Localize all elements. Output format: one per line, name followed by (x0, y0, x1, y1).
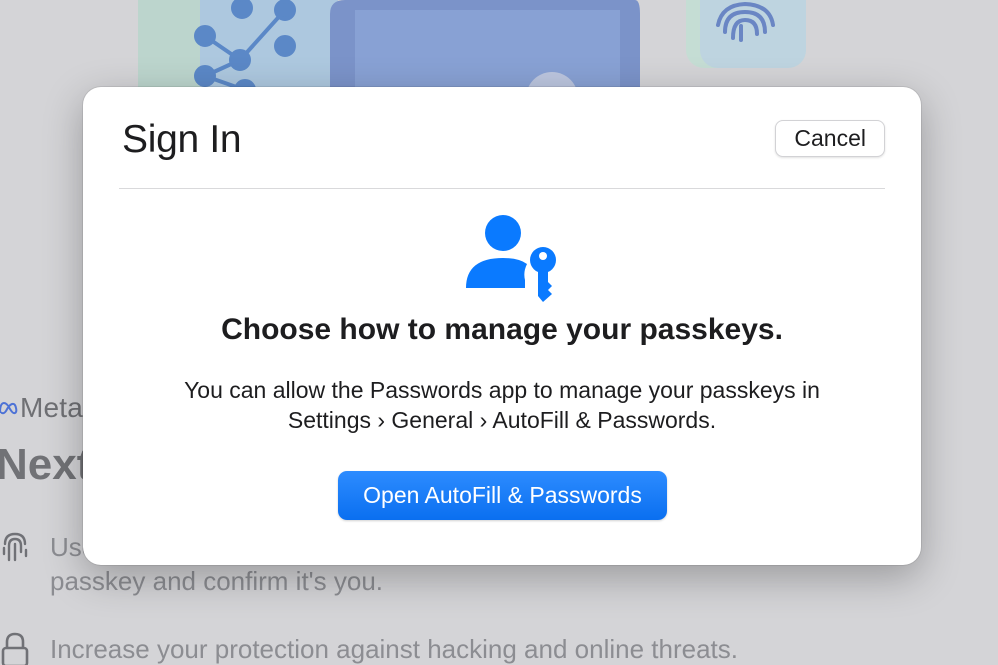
open-autofill-passwords-button[interactable]: Open AutoFill & Passwords (338, 471, 667, 520)
background-row-text: Increase your protection against hacking… (50, 634, 738, 664)
background-brand: Meta (0, 392, 83, 424)
dialog-title: Sign In (122, 118, 242, 161)
fingerprint-icon (2, 532, 28, 562)
sign-in-dialog: Sign In Cancel Choose how to manage your… (83, 87, 921, 565)
dialog-heading: Choose how to manage your passkeys. (221, 313, 783, 346)
dialog-header: Sign In Cancel (119, 87, 885, 189)
background-brand-text: Meta (20, 392, 84, 423)
background-row: Increase your protection against hacking… (0, 632, 738, 665)
background-row-text-line2: passkey and confirm it's you. (50, 566, 383, 596)
lock-icon (1, 632, 29, 665)
cancel-button[interactable]: Cancel (775, 120, 885, 157)
background-heading: Next (0, 440, 92, 489)
person-key-icon (466, 215, 556, 302)
dialog-body-text: You can allow the Passwords app to manag… (143, 375, 861, 435)
dialog-body-line2: Settings › General › AutoFill & Password… (287, 407, 717, 433)
meta-logo-icon (0, 401, 18, 415)
dialog-body-line1: You can allow the Passwords app to manag… (184, 377, 820, 403)
